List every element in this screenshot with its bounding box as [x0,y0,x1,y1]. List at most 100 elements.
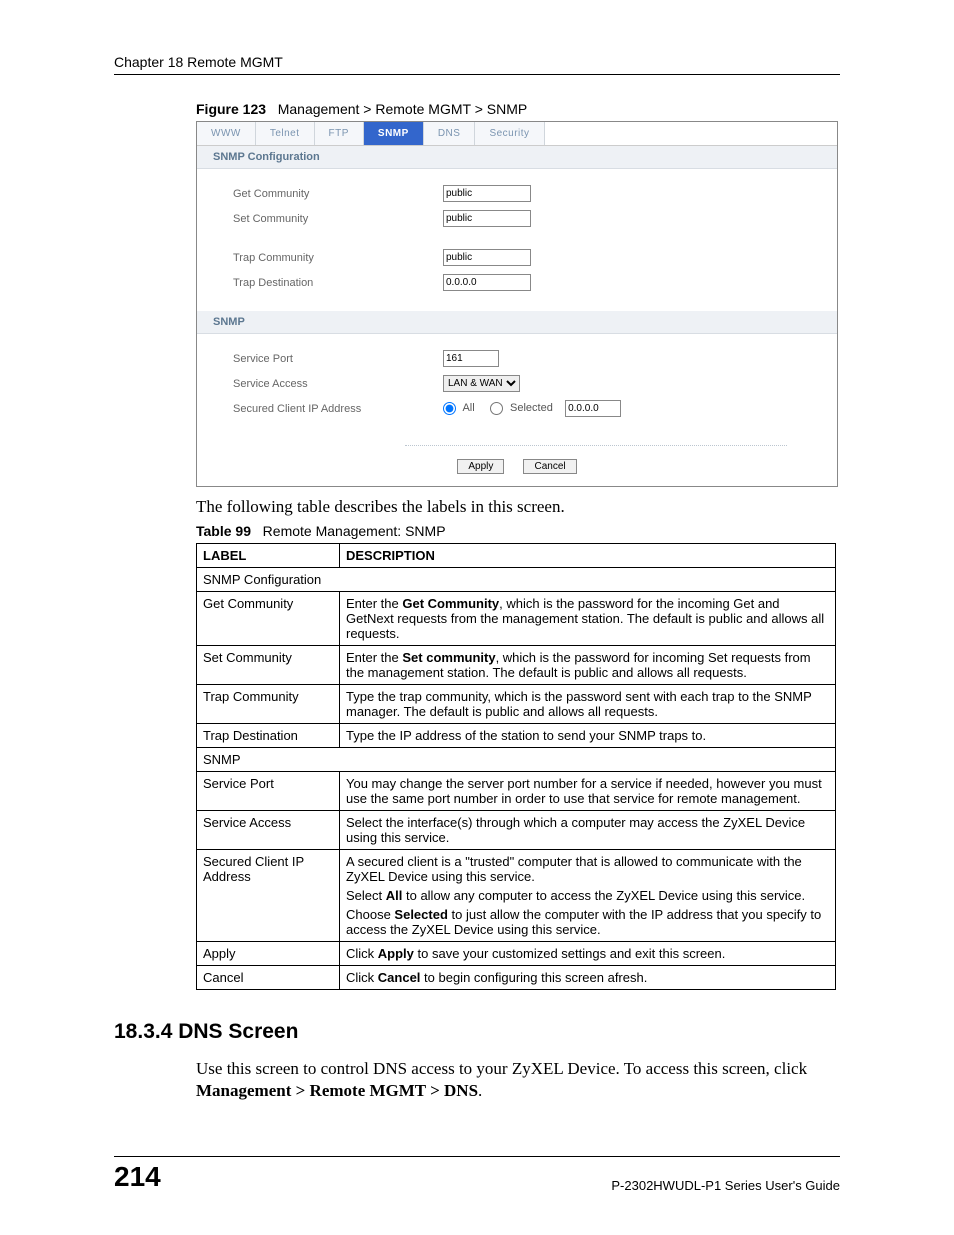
txt-bold: Get Community [402,596,499,611]
service-access-select[interactable]: LAN & WAN [443,375,520,392]
tab-dns[interactable]: DNS [424,122,476,145]
chapter-title: Chapter 18 Remote MGMT [114,54,283,70]
page-header: Chapter 18 Remote MGMT [114,54,840,75]
table-label: Table 99 [196,523,251,539]
txt: Select [346,888,386,903]
txt: Click [346,970,378,985]
txt: to begin configuring this screen afresh. [420,970,647,985]
secured-ip-label: Secured Client IP Address [233,403,443,415]
table-header-row: LABEL DESCRIPTION [197,544,836,568]
table-row: SNMP [197,748,836,772]
tab-snmp[interactable]: SNMP [364,122,424,145]
set-community-label: Set Community [233,213,443,225]
cell-label: Service Access [197,811,340,850]
cell-label: Service Port [197,772,340,811]
txt-bold: Management > Remote MGMT > DNS [196,1081,478,1100]
cell-desc: Enter the Set community, which is the pa… [340,646,836,685]
trap-destination-label: Trap Destination [233,277,443,289]
txt-bold: Set community [402,650,495,665]
section-paragraph: Use this screen to control DNS access to… [196,1058,840,1102]
description-table: LABEL DESCRIPTION SNMP Configuration Get… [196,543,836,990]
trap-destination-input[interactable] [443,274,531,291]
cell-label: Trap Community [197,685,340,724]
txt: . [478,1081,482,1100]
secured-ip-input[interactable] [565,400,621,417]
service-access-label: Service Access [233,378,443,390]
table-row: Secured Client IP Address A secured clie… [197,850,836,942]
cancel-button[interactable]: Cancel [523,459,576,474]
radio-selected[interactable] [490,402,503,415]
cell-desc: You may change the server port number fo… [340,772,836,811]
table-row: SNMP Configuration [197,568,836,592]
table-row: Trap Community Type the trap community, … [197,685,836,724]
trap-community-label: Trap Community [233,252,443,264]
table-caption: Table 99 Remote Management: SNMP [196,523,840,539]
table-row: Trap Destination Type the IP address of … [197,724,836,748]
dotted-divider [405,445,787,447]
figure-caption: Figure 123 Management > Remote MGMT > SN… [196,101,840,117]
table-row: Set Community Enter the Set community, w… [197,646,836,685]
txt: to allow any computer to access the ZyXE… [402,888,805,903]
cell-desc: Enter the Get Community, which is the pa… [340,592,836,646]
button-bar: Apply Cancel [197,453,837,486]
cell-desc: Type the trap community, which is the pa… [340,685,836,724]
trap-community-input[interactable] [443,249,531,266]
guide-name: P-2302HWUDL-P1 Series User's Guide [611,1178,840,1193]
cell-desc: Click Cancel to begin configuring this s… [340,966,836,990]
get-community-input[interactable] [443,185,531,202]
table-row: Cancel Click Cancel to begin configuring… [197,966,836,990]
table-row: Service Access Select the interface(s) t… [197,811,836,850]
txt: A secured client is a "trusted" computer… [346,854,802,884]
tab-security[interactable]: Security [475,122,544,145]
tab-telnet[interactable]: Telnet [256,122,315,145]
txt: to save your customized settings and exi… [414,946,725,961]
tab-www[interactable]: WWW [197,122,256,145]
tab-ftp[interactable]: FTP [315,122,364,145]
txt: Enter the [346,596,402,611]
cell-snmp-config: SNMP Configuration [197,568,836,592]
cell-desc: A secured client is a "trusted" computer… [340,850,836,942]
cell-label: Secured Client IP Address [197,850,340,942]
cell-label: Set Community [197,646,340,685]
table-row: Service Port You may change the server p… [197,772,836,811]
secured-ip-controls: All Selected [443,400,621,417]
service-port-input[interactable] [443,350,499,367]
section-snmp-config: SNMP Configuration [197,146,837,169]
radio-all[interactable] [443,402,456,415]
txt: Use this screen to control DNS access to… [196,1059,807,1078]
txt: Click [346,946,378,961]
txt: Choose [346,907,394,922]
cell-label: Get Community [197,592,340,646]
service-port-label: Service Port [233,353,443,365]
cell-desc: Click Apply to save your customized sett… [340,942,836,966]
table-row: Get Community Enter the Get Community, w… [197,592,836,646]
radio-all-label: All [462,402,474,414]
cell-label: Cancel [197,966,340,990]
txt-bold: Cancel [378,970,421,985]
page-footer: 214 P-2302HWUDL-P1 Series User's Guide [114,1156,840,1193]
section-heading: 18.3.4 DNS Screen [114,1020,840,1044]
get-community-label: Get Community [233,188,443,200]
txt-bold: All [386,888,403,903]
radio-selected-label: Selected [510,402,553,414]
snmp-screenshot: WWW Telnet FTP SNMP DNS Security SNMP Co… [196,121,838,487]
cell-desc: Select the interface(s) through which a … [340,811,836,850]
txt-bold: Selected [394,907,447,922]
table-intro: The following table describes the labels… [196,497,840,517]
cell-label: Apply [197,942,340,966]
col-label: LABEL [197,544,340,568]
section-snmp: SNMP [197,311,837,334]
col-desc: DESCRIPTION [340,544,836,568]
cell-snmp: SNMP [197,748,836,772]
table-row: Apply Click Apply to save your customize… [197,942,836,966]
table-caption-text: Remote Management: SNMP [263,523,446,539]
cell-label: Trap Destination [197,724,340,748]
tab-bar: WWW Telnet FTP SNMP DNS Security [197,122,837,146]
cell-desc: Type the IP address of the station to se… [340,724,836,748]
set-community-input[interactable] [443,210,531,227]
apply-button[interactable]: Apply [457,459,504,474]
figure-text: Management > Remote MGMT > SNMP [278,101,528,117]
page-number: 214 [114,1161,161,1193]
txt-bold: Apply [378,946,414,961]
txt: Enter the [346,650,402,665]
